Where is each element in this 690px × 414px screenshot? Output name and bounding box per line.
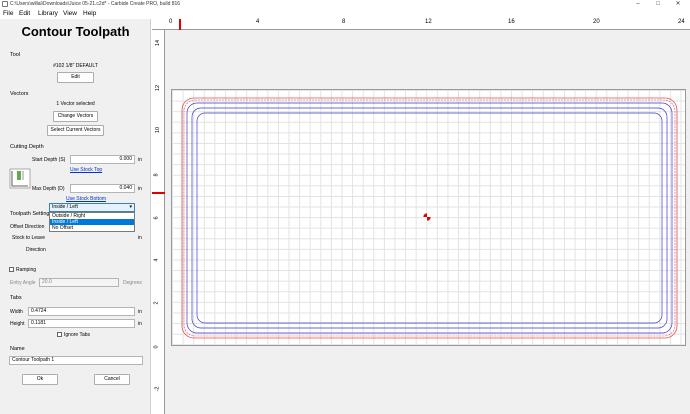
use-stock-top-link[interactable]: Use Stock Top [70, 167, 102, 173]
ruler-position-marker [179, 19, 181, 30]
stock-to-leave-unit: in [138, 235, 142, 241]
toolpath-settings-heading: Toolpath Settings [10, 211, 53, 217]
offset-direction-value: Inside / Left [52, 204, 78, 210]
entry-angle-label: Entry Angle [10, 280, 36, 286]
entry-angle-input[interactable]: 20.0 [39, 278, 119, 287]
tab-width-label: Width [10, 309, 23, 315]
use-stock-bottom-link[interactable]: Use Stock Bottom [66, 196, 106, 202]
tabs-heading: Tabs [10, 295, 22, 301]
h-tick-label: 12 [425, 19, 432, 25]
toolpath-preview [181, 97, 678, 339]
tab-height-unit: in [138, 321, 142, 327]
tool-heading: Tool [10, 52, 21, 58]
v-tick-label: 0 [153, 345, 160, 349]
ruler-position-marker [152, 192, 165, 194]
tool-name: #102 1/8" DEFAULT [53, 63, 98, 69]
h-tick-label: 24 [678, 19, 685, 25]
v-tick-label: 14 [155, 39, 162, 47]
start-depth-input[interactable]: 0.000 [70, 155, 135, 164]
close-button[interactable]: ✕ [668, 0, 688, 9]
v-tick-label: 12 [155, 84, 162, 92]
toolpath-name-input[interactable]: Contour Toolpath 1 [9, 356, 143, 365]
title-bar: C:\Users\willai\Downloads\Juice 05-21.c2… [0, 0, 690, 9]
v-tick-label: 6 [153, 216, 160, 220]
max-depth-unit: in [138, 186, 142, 192]
select-current-vectors-button[interactable]: Select Current Vectors [47, 125, 104, 136]
tool-edit-button[interactable]: Edit [57, 72, 94, 83]
menu-view[interactable]: View [63, 10, 77, 17]
cutting-depth-heading: Cutting Depth [10, 144, 44, 150]
menu-file[interactable]: File [3, 10, 13, 17]
tab-height-input[interactable]: 0.1181 [28, 319, 135, 328]
option-no-offset[interactable]: No Offset [50, 225, 134, 231]
direction-label: Direction [26, 247, 46, 253]
ok-button[interactable]: Ok [22, 374, 58, 385]
tab-width-unit: in [138, 309, 142, 315]
h-tick-label: 0 [169, 19, 173, 25]
h-tick-label: 16 [508, 19, 515, 25]
center-target-icon [422, 212, 432, 222]
menu-help[interactable]: Help [83, 10, 96, 17]
v-tick-label: 4 [153, 258, 160, 262]
menu-library[interactable]: Library [38, 10, 58, 17]
h-tick-label: 20 [593, 19, 600, 25]
menu-bar: File Edit Library View Help [0, 9, 690, 19]
minimize-button[interactable]: – [628, 0, 648, 9]
v-tick-label: -2 [154, 386, 161, 392]
entry-angle-unit: Degrees [123, 280, 142, 286]
offset-direction-options: Outside / Right Inside / Left No Offset [49, 212, 135, 232]
name-heading: Name [10, 346, 25, 352]
ignore-tabs-label: Ignore Tabs [64, 332, 91, 338]
offset-direction-select[interactable]: Inside / Left ▾ [49, 203, 135, 212]
offset-direction-label: Offset Direction [10, 224, 45, 230]
menu-edit[interactable]: Edit [19, 10, 30, 17]
tab-width-input[interactable]: 0.4724 [28, 307, 135, 316]
chevron-down-icon: ▾ [129, 204, 132, 210]
cancel-button[interactable]: Cancel [94, 374, 130, 385]
start-depth-label: Start Depth (S) [32, 157, 66, 163]
max-depth-label: Max Depth (D) [32, 186, 65, 192]
ramping-checkbox[interactable] [9, 267, 14, 272]
change-vectors-button[interactable]: Change Vectors [53, 111, 98, 122]
v-tick-label: 10 [155, 126, 162, 134]
v-tick-label: 8 [153, 173, 160, 177]
vector-count: 1 Vector selected [56, 101, 95, 107]
app-icon [2, 1, 8, 7]
ramping-label: Ramping [16, 267, 37, 273]
depth-diagram-icon [9, 168, 31, 189]
vectors-heading: Vectors [10, 91, 29, 97]
max-depth-input[interactable]: 0.040 [70, 184, 135, 193]
v-tick-label: 2 [153, 301, 160, 305]
maximize-button[interactable]: □ [648, 0, 668, 9]
horizontal-ruler: 0 4 8 12 16 20 24 [152, 19, 690, 30]
window-title: C:\Users\willai\Downloads\Juice 05-21.c2… [10, 1, 181, 7]
tab-height-label: Height [10, 321, 25, 327]
vertical-ruler: 14 12 10 8 6 4 2 0 -2 [152, 30, 165, 414]
start-depth-unit: in [138, 157, 142, 163]
h-tick-label: 4 [256, 19, 260, 25]
ignore-tabs-checkbox[interactable] [57, 332, 62, 337]
h-tick-label: 8 [342, 19, 346, 25]
panel-title: Contour Toolpath [21, 24, 130, 39]
stock-to-leave-label: Stock to Leave [12, 235, 46, 241]
